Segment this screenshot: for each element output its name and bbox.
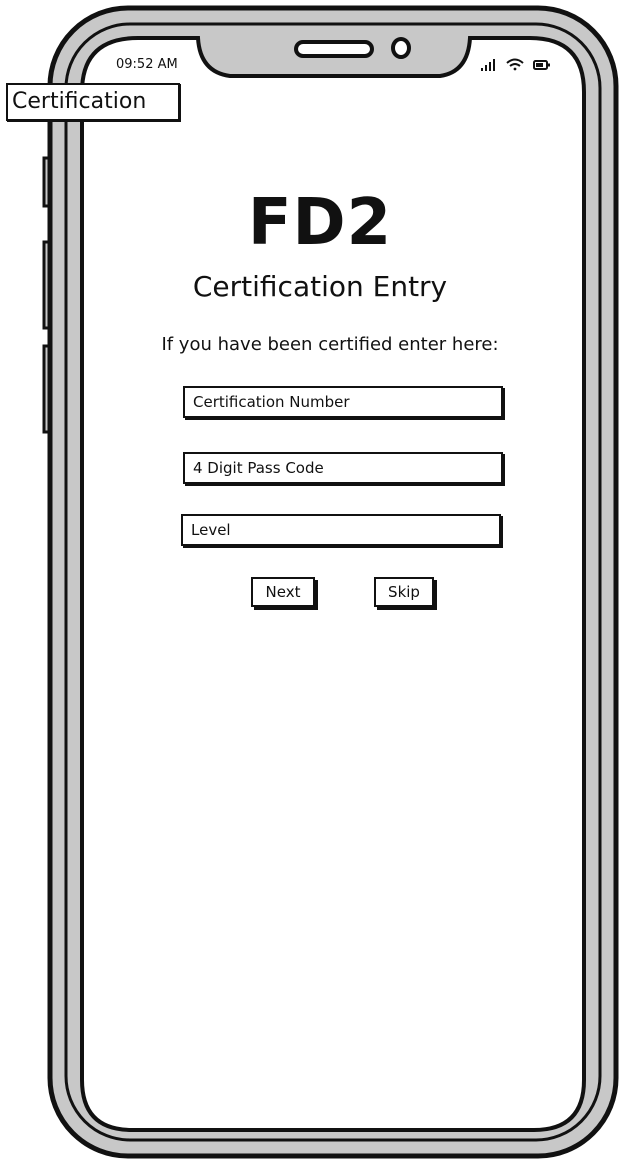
front-camera [391,37,411,59]
instruction-text: If you have been certified enter here: [161,334,499,355]
page-title: Certification Entry [192,270,448,303]
screen-label: Certification [6,83,180,121]
wifi-icon [506,58,524,71]
battery-icon [533,60,550,70]
level-input[interactable] [181,514,501,546]
certification-number-input[interactable] [183,386,503,418]
status-time: 09:52 AM [116,57,178,72]
signal-icon [481,59,495,71]
skip-button[interactable]: Skip [374,577,434,607]
status-icons [481,58,550,71]
pass-code-input[interactable] [183,452,503,484]
app-logo: FD2 [247,186,393,260]
next-button[interactable]: Next [251,577,315,607]
speaker-grille [294,40,374,58]
